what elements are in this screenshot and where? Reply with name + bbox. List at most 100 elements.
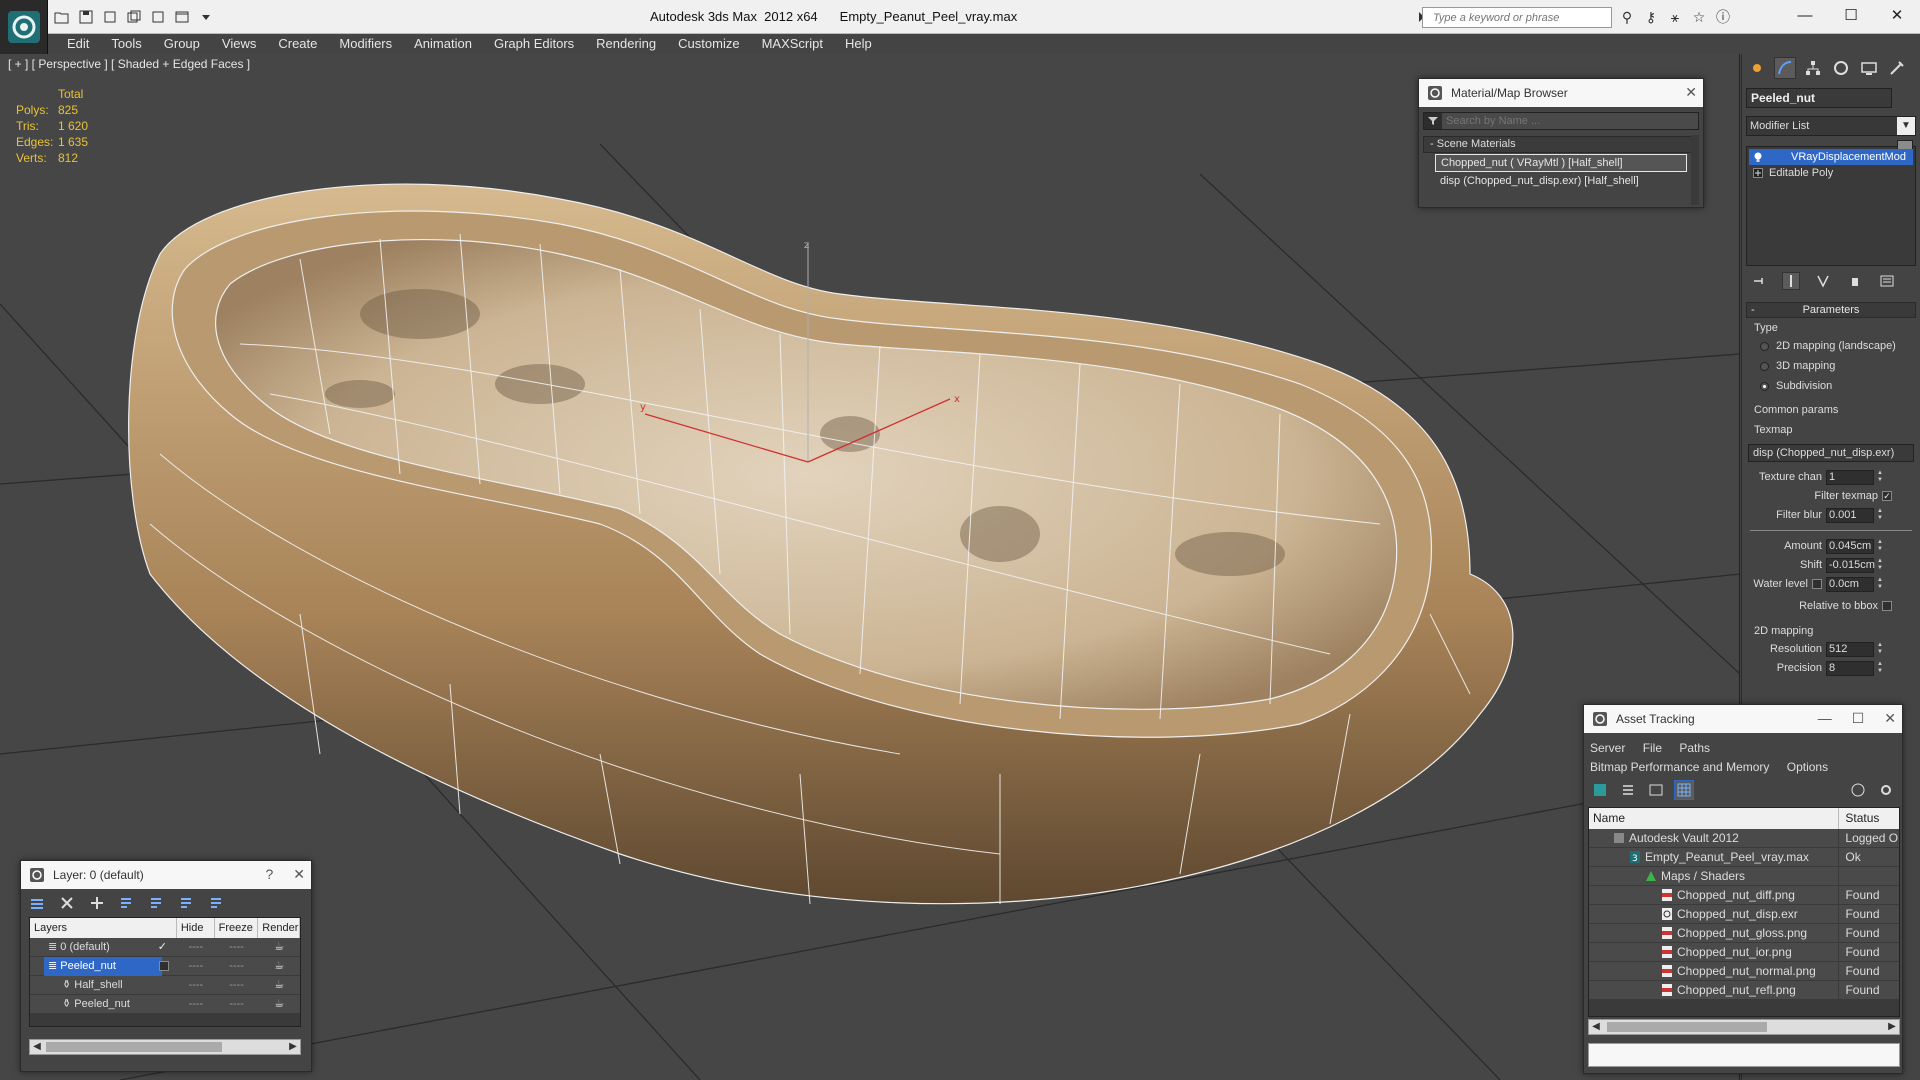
hide-toggle[interactable]: ---- — [177, 938, 215, 956]
communication-icon[interactable]: ⚹ — [1666, 8, 1684, 26]
menu-bitmap-performance[interactable]: Bitmap Performance and Memory — [1590, 760, 1769, 774]
hierarchy-tab-icon[interactable] — [1802, 57, 1824, 79]
stack-item-vray-displacement[interactable]: VRayDisplacementMod — [1749, 149, 1913, 165]
active-layer-checkbox[interactable] — [158, 961, 169, 971]
layer-row[interactable]: ≣ Peeled_nut ---- ---- ☕ — [30, 957, 300, 976]
maximize-icon[interactable]: ☐ — [1828, 0, 1874, 30]
menu-animation[interactable]: Animation — [403, 34, 483, 54]
menu-file[interactable]: File — [1643, 741, 1662, 755]
col-hide[interactable]: Hide — [177, 918, 215, 938]
scroll-left-icon[interactable]: ◀ — [30, 1040, 44, 1054]
modify-tab-icon[interactable] — [1774, 57, 1796, 79]
scroll-right-icon[interactable]: ▶ — [1885, 1020, 1899, 1034]
create-layer-icon[interactable] — [27, 893, 47, 913]
freeze-toggle[interactable]: ---- — [215, 995, 259, 1013]
hold-icon[interactable] — [124, 7, 144, 27]
qat-dropdown-icon[interactable] — [196, 7, 216, 27]
motion-tab-icon[interactable] — [1830, 57, 1852, 79]
subscription-icon[interactable]: ⚷ — [1642, 8, 1660, 26]
menu-views[interactable]: Views — [211, 34, 267, 54]
asset-row[interactable]: Chopped_nut_disp.exr Found — [1589, 905, 1899, 924]
hide-toggle[interactable]: ---- — [177, 976, 215, 994]
render-teapot-icon[interactable]: ☕ — [258, 976, 300, 994]
resolution-spinner[interactable]: 512 — [1826, 641, 1874, 657]
display-tab-icon[interactable] — [1858, 57, 1880, 79]
menu-create[interactable]: Create — [267, 34, 328, 54]
hide-toggle[interactable]: ---- — [177, 957, 215, 975]
radio-button[interactable] — [1760, 341, 1769, 351]
asset-row[interactable]: Maps / Shaders — [1589, 867, 1899, 886]
spinner-arrows-icon[interactable]: ▲ ▼ — [1876, 642, 1884, 657]
help-icon[interactable]: ⓘ — [1714, 8, 1732, 26]
spinner-arrows-icon[interactable]: ▲ ▼ — [1876, 577, 1884, 592]
parameters-rollout[interactable]: - Parameters — [1746, 302, 1916, 318]
configure-modifier-sets-icon[interactable] — [1878, 272, 1896, 290]
radio-button[interactable] — [1760, 361, 1769, 371]
add-to-layer-icon[interactable] — [87, 893, 107, 913]
keyword-search-input[interactable] — [1433, 8, 1603, 27]
spinner-arrows-icon[interactable]: ▲ ▼ — [1876, 539, 1884, 554]
material-search-input[interactable] — [1442, 113, 1698, 129]
material-item-disp[interactable]: disp (Chopped_nut_disp.exr) [Half_shell] — [1435, 173, 1687, 191]
close-icon[interactable]: ✕ — [293, 866, 305, 883]
filter-texmap-checkbox[interactable]: ✓ — [1882, 491, 1892, 501]
menu-help[interactable]: Help — [834, 34, 883, 54]
scene-materials-section[interactable]: - Scene Materials — [1423, 136, 1699, 153]
remove-modifier-icon[interactable] — [1846, 272, 1864, 290]
render-teapot-icon[interactable]: ☕ — [258, 957, 300, 975]
scroll-thumb[interactable] — [1607, 1022, 1767, 1032]
relative-bbox-checkbox[interactable] — [1882, 601, 1892, 611]
viewport-label[interactable]: [ + ] [ Perspective ] [ Shaded + Edged F… — [8, 57, 250, 71]
freeze-all-icon[interactable] — [207, 893, 227, 913]
object-name-field[interactable]: Peeled_nut — [1746, 88, 1892, 108]
help-icon[interactable]: ? — [265, 866, 273, 883]
close-icon[interactable]: ✕ — [1874, 0, 1920, 30]
asset-tracking-titlebar[interactable]: Asset Tracking — ☐ ✕ — [1584, 705, 1902, 733]
lightbulb-icon[interactable] — [1753, 152, 1763, 162]
render-teapot-icon[interactable]: ☕ — [258, 995, 300, 1013]
scroll-left-icon[interactable]: ◀ — [1589, 1020, 1603, 1034]
menu-maxscript[interactable]: MAXScript — [751, 34, 834, 54]
menu-edit[interactable]: Edit — [56, 34, 100, 54]
menu-group[interactable]: Group — [153, 34, 211, 54]
close-icon[interactable]: ✕ — [1685, 84, 1697, 101]
select-objects-icon[interactable] — [117, 893, 137, 913]
radio-subdivision[interactable]: Subdivision — [1742, 376, 1920, 396]
radio-button-selected[interactable] — [1760, 381, 1769, 391]
redo-icon[interactable] — [148, 7, 168, 27]
spinner-arrows-icon[interactable]: ▲ ▼ — [1876, 508, 1884, 523]
freeze-toggle[interactable]: ---- — [215, 938, 259, 956]
col-render[interactable]: Render — [258, 918, 300, 938]
asset-row[interactable]: Chopped_nut_normal.png Found — [1589, 962, 1899, 981]
show-end-result-icon[interactable] — [1782, 272, 1800, 290]
asset-row[interactable]: Chopped_nut_refl.png Found — [1589, 981, 1899, 1000]
close-icon[interactable]: ✕ — [1884, 710, 1896, 727]
col-name[interactable]: Name — [1589, 808, 1840, 829]
texture-chan-spinner[interactable]: 1 — [1826, 469, 1874, 485]
app-logo[interactable] — [0, 0, 48, 54]
col-status[interactable]: Status — [1839, 808, 1899, 829]
asset-horizontal-scrollbar[interactable]: ◀ ▶ — [1588, 1019, 1900, 1035]
amount-spinner[interactable]: 0.045cm — [1826, 538, 1874, 554]
active-check-icon[interactable]: ✓ — [158, 938, 167, 957]
undo-icon[interactable] — [100, 7, 120, 27]
hide-all-icon[interactable] — [177, 893, 197, 913]
menu-modifiers[interactable]: Modifiers — [328, 34, 403, 54]
spinner-arrows-icon[interactable]: ▲ ▼ — [1876, 558, 1884, 573]
minimize-icon[interactable]: — — [1818, 710, 1832, 727]
freeze-toggle[interactable]: ---- — [215, 957, 259, 975]
thumbnail-view-icon[interactable] — [1646, 780, 1666, 800]
minimize-icon[interactable]: — — [1782, 0, 1828, 30]
layer-row[interactable]: ⚱ Half_shell ---- ---- ☕ — [30, 976, 300, 995]
menu-server[interactable]: Server — [1590, 741, 1625, 755]
settings-icon[interactable] — [1876, 780, 1896, 800]
utilities-tab-icon[interactable] — [1886, 57, 1908, 79]
radio-3d-mapping[interactable]: 3D mapping — [1742, 356, 1920, 376]
layer-row[interactable]: ⚱ Peeled_nut ---- ---- ☕ — [30, 995, 300, 1014]
stack-item-editable-poly[interactable]: Editable Poly — [1749, 165, 1913, 181]
asset-row[interactable]: Chopped_nut_diff.png Found — [1589, 886, 1899, 905]
project-folder-icon[interactable] — [172, 7, 192, 27]
layer-horizontal-scrollbar[interactable]: ◀ ▶ — [29, 1039, 301, 1055]
asset-row[interactable]: 3 Empty_Peanut_Peel_vray.max Ok — [1589, 848, 1899, 867]
favorites-star-icon[interactable]: ☆ — [1690, 8, 1708, 26]
